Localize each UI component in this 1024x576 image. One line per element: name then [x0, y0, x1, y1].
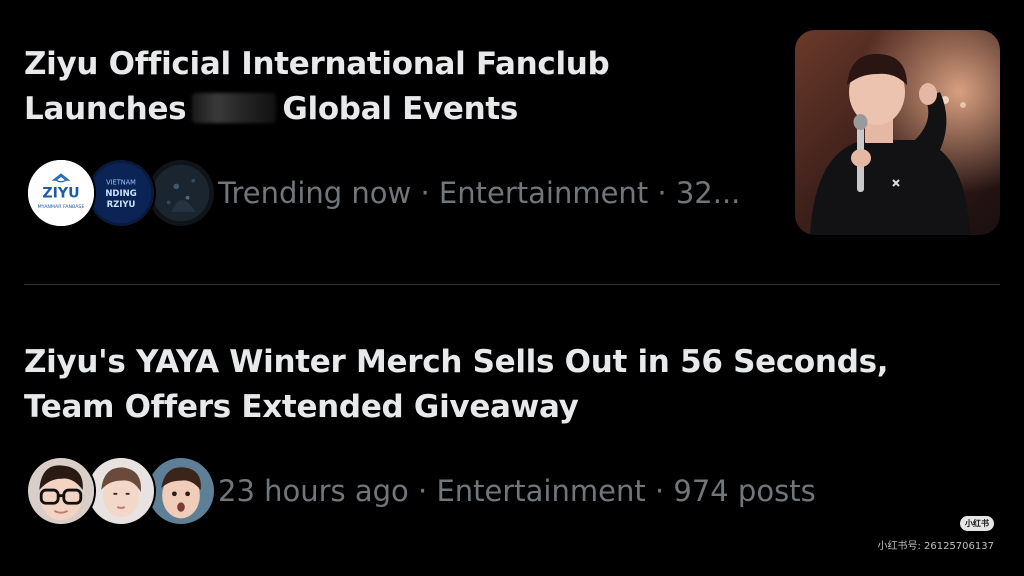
myanmar-fanbase-text: MYANMAR FANBASE: [38, 204, 85, 210]
watermark: 小红书 小红书号: 26125706137: [877, 516, 994, 552]
trend-item[interactable]: Ziyu Official International Fanclub Laun…: [0, 0, 1024, 284]
redacted-text: [192, 93, 277, 123]
person-surprised-avatar-icon: [146, 456, 216, 526]
divider: [24, 284, 1000, 285]
vietnam-label: VIETNAM: [106, 179, 136, 187]
trend-meta: 23 hours ago · Entertainment · 974 posts: [218, 474, 816, 508]
person-portrait-avatar-icon: [86, 456, 156, 526]
trend-headline[interactable]: Ziyu Official International Fanclub Laun…: [24, 42, 744, 132]
ziyu-myanmar-fanbase-logo-icon: ZIYU MYANMAR FANBASE: [26, 158, 96, 228]
xiaohongshu-logo: 小红书: [960, 516, 994, 531]
svg-text:NDING: NDING: [105, 188, 136, 198]
trend-meta-row: 23 hours ago · Entertainment · 974 posts: [26, 456, 816, 526]
trend-meta-row: VIETNAM NDING RZIYU ZIYU MYANMAR FANBASE: [26, 158, 740, 228]
avatar-stack: [26, 456, 216, 526]
performer-with-microphone-photo-icon[interactable]: [795, 30, 1000, 235]
trend-headline[interactable]: Ziyu's YAYA Winter Merch Sells Out in 56…: [24, 340, 984, 430]
headline-text-part2: Global Events: [282, 91, 519, 127]
trend-meta: Trending now · Entertainment · 32...: [218, 176, 741, 210]
ziyu-logo-text: ZIYU: [42, 186, 79, 202]
svg-text:RZIYU: RZIYU: [107, 199, 136, 209]
dark-blue-avatar-icon: [146, 158, 216, 228]
watermark-id: 小红书号: 26125706137: [877, 541, 994, 552]
avatar-stack: VIETNAM NDING RZIYU ZIYU MYANMAR FANBASE: [26, 158, 216, 228]
person-with-glasses-avatar-icon: [26, 456, 96, 526]
trend-item[interactable]: Ziyu's YAYA Winter Merch Sells Out in 56…: [0, 286, 1024, 576]
trends-feed: Ziyu Official International Fanclub Laun…: [0, 0, 1024, 576]
vietnam-fanbase-logo-icon: VIETNAM NDING RZIYU: [86, 158, 156, 228]
